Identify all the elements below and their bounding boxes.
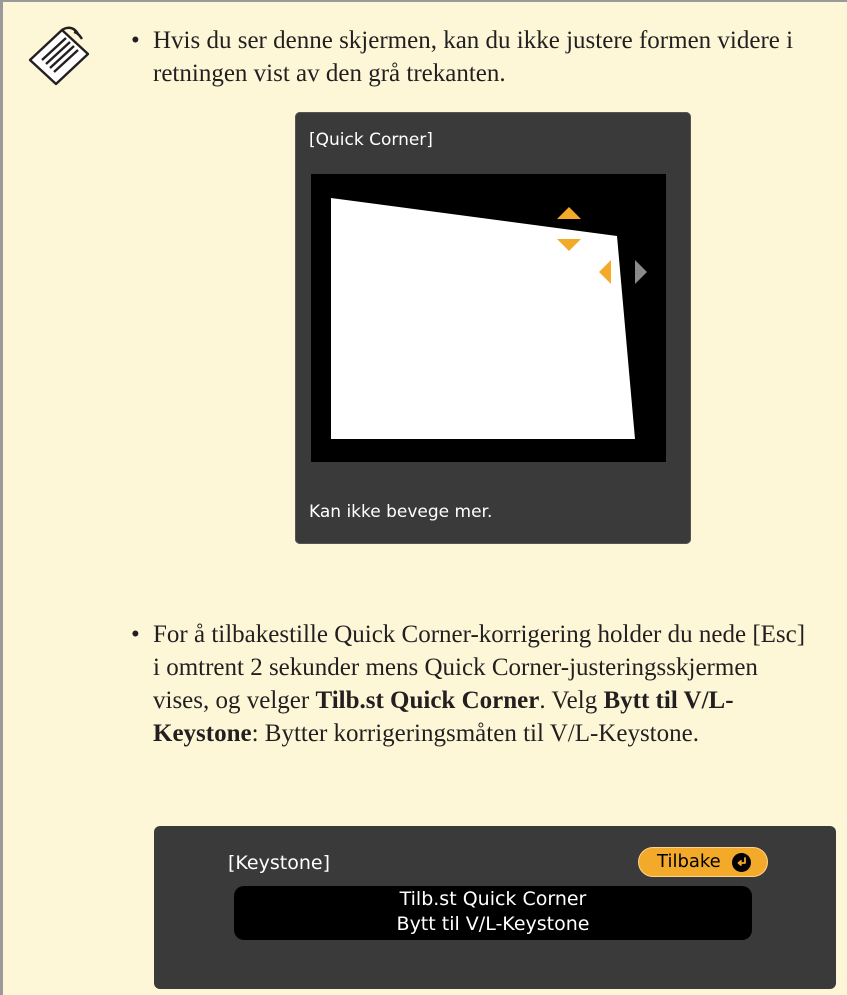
projected-image-shape xyxy=(331,198,635,439)
back-button-label: Tilbake xyxy=(657,851,721,872)
enter-icon xyxy=(732,853,751,872)
menu-item-reset-quick-corner[interactable]: Tilb.st Quick Corner xyxy=(234,888,752,910)
bullet-dot: • xyxy=(131,27,140,54)
keystone-menu-screen: [Keystone] Tilbake Tilb.st Quick Corner … xyxy=(154,826,836,989)
note-bullet-2: • For å tilbakestille Quick Corner-korri… xyxy=(131,618,811,750)
top-border xyxy=(0,0,847,2)
quick-corner-message: Kan ikke bevege mer. xyxy=(309,502,493,522)
projection-canvas xyxy=(311,174,666,462)
note-icon xyxy=(28,26,90,86)
bullet-text: Hvis du ser denne skjermen, kan du ikke … xyxy=(153,27,794,87)
keystone-menu-list: Tilb.st Quick Corner Bytt til V/L-Keysto… xyxy=(234,886,752,940)
left-border xyxy=(0,0,3,995)
note-bullet-1: • Hvis du ser denne skjermen, kan du ikk… xyxy=(131,24,831,90)
back-button[interactable]: Tilbake xyxy=(638,847,768,877)
bullet-text: For å tilbakestille Quick Corner-korrige… xyxy=(131,618,811,750)
quick-corner-screen: [Quick Corner] Kan ikke bevege mer. xyxy=(295,112,691,544)
quick-corner-title: [Quick Corner] xyxy=(309,130,433,150)
bold-term-reset: Tilb.st Quick Corner xyxy=(315,687,540,714)
bullet-dot: • xyxy=(131,621,140,648)
keystone-menu-title: [Keystone] xyxy=(228,852,330,874)
bullet-text-part: . Velg xyxy=(539,687,604,714)
bullet-text-part: : Bytter korrigeringsmåten til V/L-Keyst… xyxy=(251,720,699,747)
menu-item-switch-hv-keystone[interactable]: Bytt til V/L-Keystone xyxy=(234,913,752,935)
